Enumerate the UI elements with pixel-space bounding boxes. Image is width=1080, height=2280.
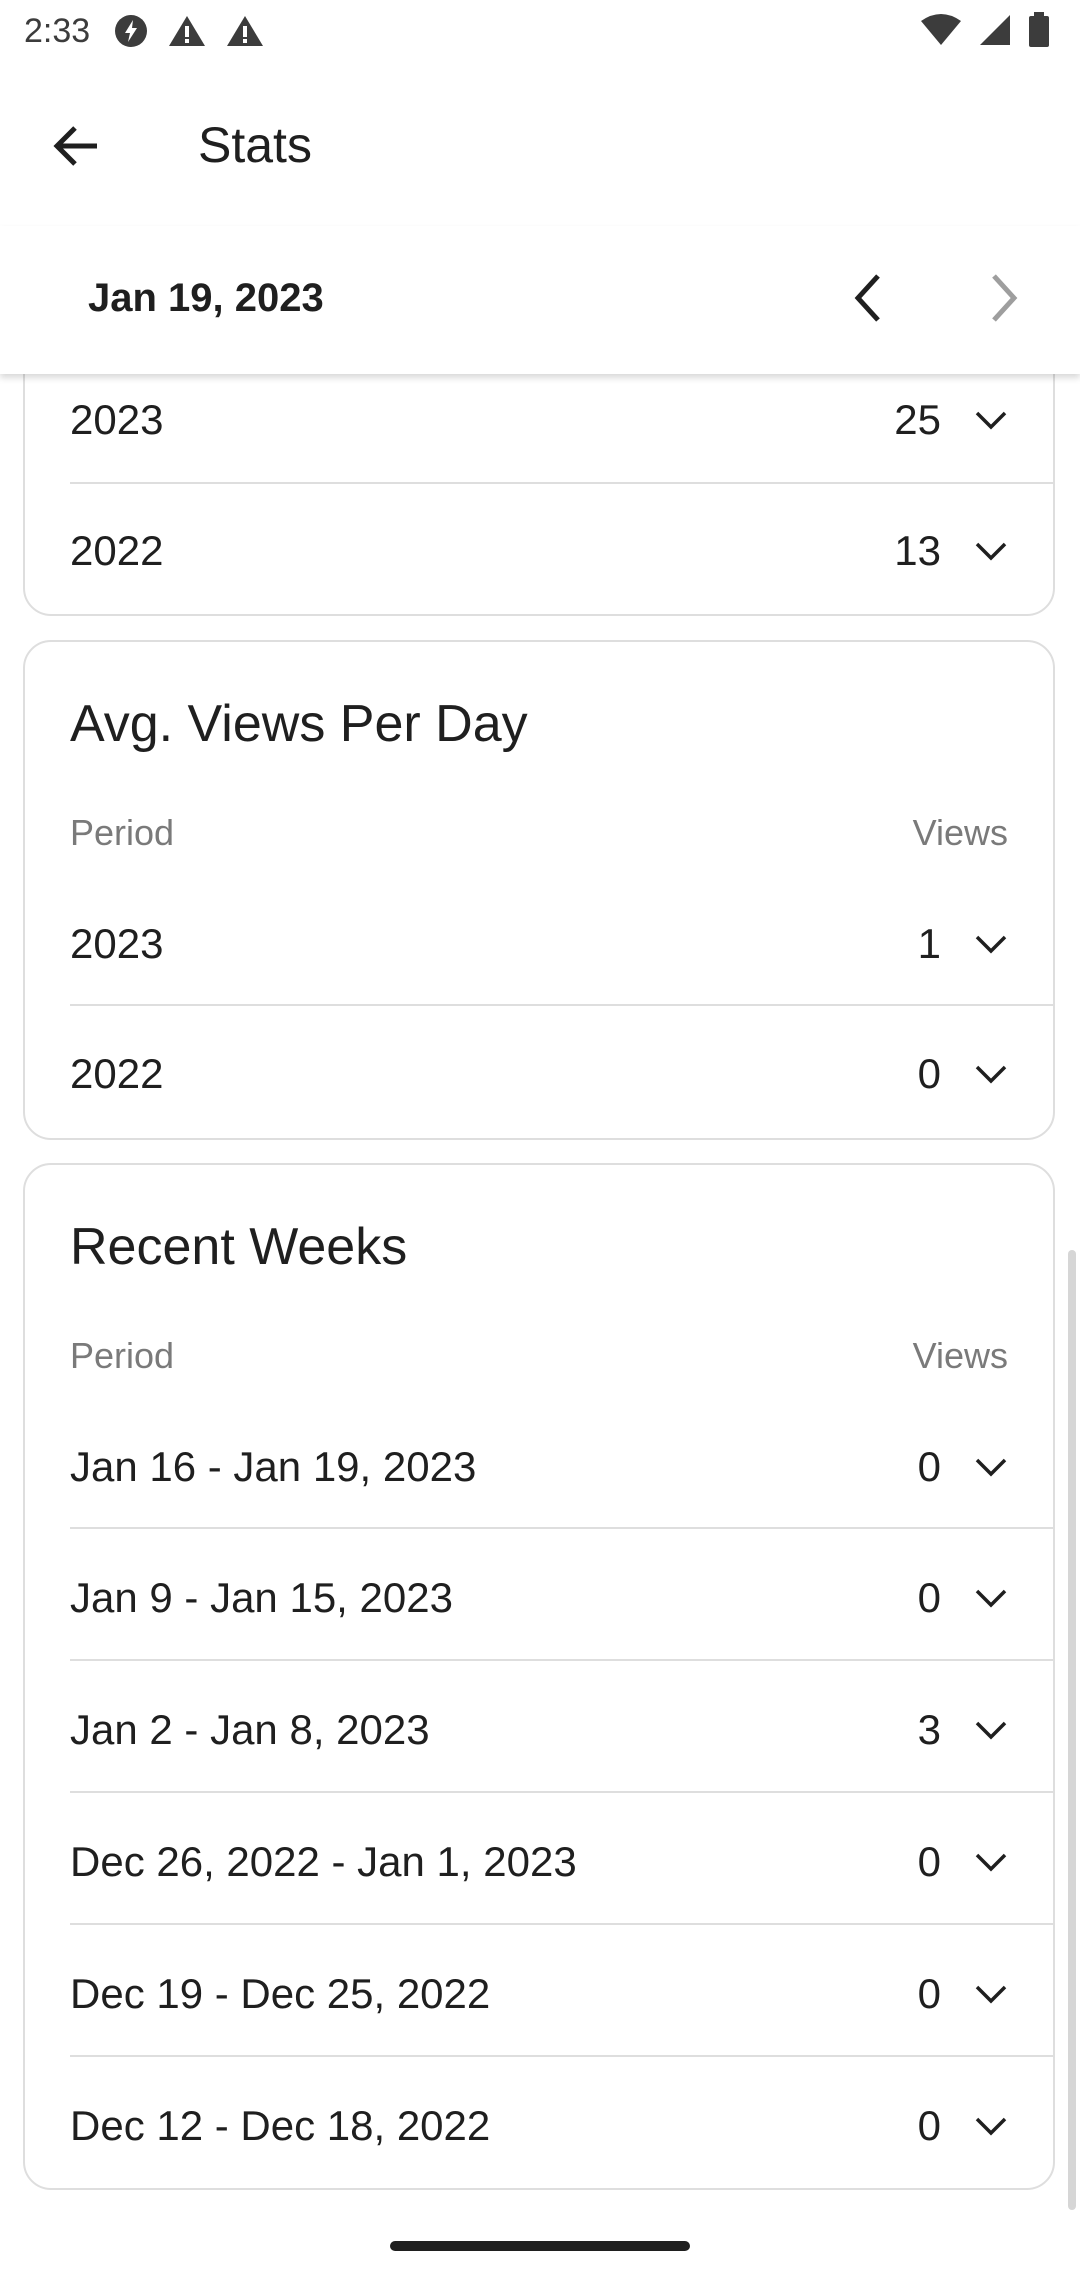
- list-item[interactable]: 2022 0: [25, 1008, 1053, 1140]
- chevron-right-icon: [992, 274, 1018, 322]
- list-item[interactable]: Dec 19 - Dec 25, 2022 0: [25, 1928, 1053, 2060]
- period-column-header: Period: [70, 1335, 175, 1376]
- divider: [70, 482, 1053, 484]
- views-value: 0: [917, 1970, 941, 2017]
- chevron-left-icon: [854, 274, 880, 322]
- period-label: Jan 9 - Jan 15, 2023: [70, 1574, 453, 1621]
- period-label: Jan 16 - Jan 19, 2023: [70, 1443, 477, 1490]
- divider: [70, 2055, 1053, 2057]
- list-item[interactable]: Jan 16 - Jan 19, 2023 0: [25, 1401, 1053, 1533]
- system-icons: [920, 12, 1050, 48]
- divider: [70, 1659, 1053, 1661]
- list-item[interactable]: 2022 13: [25, 485, 1053, 617]
- next-period-button[interactable]: [972, 262, 1036, 334]
- list-item[interactable]: 2023 1: [25, 878, 1053, 1010]
- card-title: Recent Weeks: [70, 1218, 408, 1276]
- divider: [70, 1923, 1053, 1925]
- chevron-down-icon: [975, 935, 1007, 954]
- page-title: Stats: [198, 117, 312, 173]
- period-label: 2022: [70, 527, 164, 574]
- chevron-down-icon: [975, 542, 1007, 561]
- list-item[interactable]: Dec 26, 2022 - Jan 1, 2023 0: [25, 1796, 1053, 1928]
- chevron-down-icon: [975, 1458, 1007, 1477]
- list-item[interactable]: Jan 2 - Jan 8, 2023 3: [25, 1664, 1053, 1796]
- views-value: 1: [917, 920, 941, 967]
- gesture-navigation-bar[interactable]: [390, 2241, 690, 2251]
- period-label: Jan 2 - Jan 8, 2023: [70, 1706, 430, 1753]
- alert-icon: [227, 16, 263, 46]
- divider: [70, 1004, 1053, 1006]
- alert-icon: [169, 16, 205, 46]
- recent-weeks-card: Recent Weeks Period Views Jan 16 - Jan 1…: [23, 1163, 1055, 2190]
- card-title: Avg. Views Per Day: [70, 695, 528, 753]
- date-navigator: Jan 19, 2023: [0, 226, 1080, 374]
- signal-icon: [980, 15, 1010, 45]
- chevron-down-icon: [975, 1853, 1007, 1872]
- chevron-down-icon: [975, 1721, 1007, 1740]
- arrow-left-icon: [53, 126, 97, 166]
- views-value: 13: [894, 527, 941, 574]
- selected-date: Jan 19, 2023: [88, 276, 324, 320]
- chevron-down-icon: [975, 1065, 1007, 1084]
- avg-views-card: Avg. Views Per Day Period Views 2023 1 2…: [23, 640, 1055, 1140]
- period-label: Dec 19 - Dec 25, 2022: [70, 1970, 491, 2017]
- period-column-header: Period: [70, 812, 175, 853]
- chevron-down-icon: [975, 411, 1007, 430]
- period-label: Dec 26, 2022 - Jan 1, 2023: [70, 1838, 577, 1885]
- chevron-down-icon: [975, 2117, 1007, 2136]
- wifi-icon: [921, 14, 961, 45]
- list-item[interactable]: Dec 12 - Dec 18, 2022 0: [25, 2060, 1053, 2192]
- views-column-header: Views: [912, 812, 1008, 853]
- status-bar: 2:33: [0, 0, 1080, 66]
- views-value: 0: [917, 1050, 941, 1097]
- chevron-down-icon: [975, 1985, 1007, 2004]
- power-saver-icon: [115, 15, 147, 47]
- scrollbar[interactable]: [1068, 1250, 1076, 2210]
- views-value: 0: [917, 1574, 941, 1621]
- views-value: 3: [917, 1706, 941, 1753]
- views-value: 0: [917, 2102, 941, 2149]
- app-bar: Stats: [0, 66, 1080, 226]
- divider: [70, 1527, 1053, 1529]
- divider: [70, 1791, 1053, 1793]
- back-button[interactable]: [40, 110, 112, 182]
- status-time: 2:33: [24, 12, 91, 50]
- previous-period-button[interactable]: [836, 262, 900, 334]
- battery-icon: [1029, 12, 1049, 47]
- views-value: 0: [917, 1838, 941, 1885]
- notification-icons: [114, 14, 264, 48]
- views-value: 0: [917, 1443, 941, 1490]
- list-item[interactable]: Jan 9 - Jan 15, 2023 0: [25, 1532, 1053, 1664]
- period-label: 2022: [70, 1050, 164, 1097]
- period-label: 2023: [70, 920, 164, 967]
- period-label: Dec 12 - Dec 18, 2022: [70, 2102, 491, 2149]
- views-column-header: Views: [912, 1335, 1008, 1376]
- chevron-down-icon: [975, 1589, 1007, 1608]
